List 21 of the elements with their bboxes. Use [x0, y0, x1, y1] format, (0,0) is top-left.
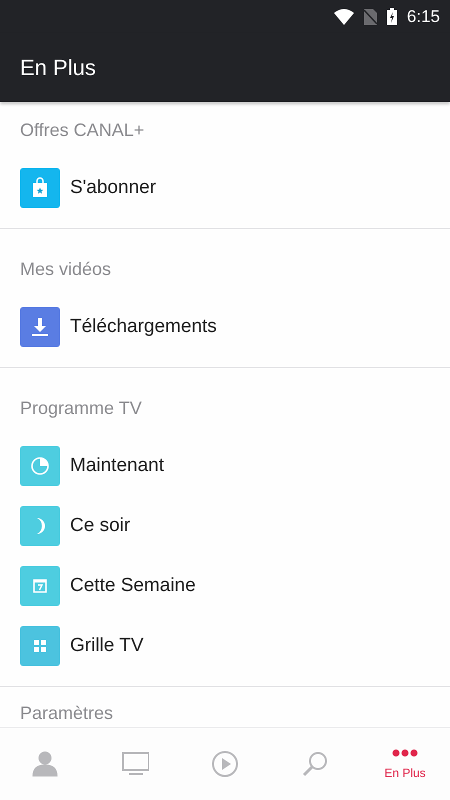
screen-title: En Plus [20, 54, 96, 80]
monitor-icon [121, 750, 149, 778]
search-icon [301, 750, 329, 778]
wifi-icon [334, 8, 354, 24]
nav-tab[interactable]: En Plus [360, 728, 450, 800]
menu-item[interactable]: Maintenant [0, 436, 450, 496]
menu-item[interactable]: Cette Semaine [0, 556, 450, 616]
menu-item[interactable]: Ce soir [0, 496, 450, 556]
play-icon [211, 750, 239, 778]
section-header: Programme TV [20, 398, 142, 418]
person-icon [31, 750, 59, 778]
menu-item[interactable]: Grille TV [0, 616, 450, 676]
section-header: Offres CANAL+ [20, 120, 144, 140]
more-icon [391, 748, 419, 758]
battery-charging-icon [386, 8, 397, 25]
menu-item[interactable]: S'abonner [0, 158, 450, 218]
section-header: Paramètres [20, 702, 114, 724]
menu-item[interactable]: Téléchargements [0, 297, 450, 357]
status-time: 6:15 [406, 6, 440, 26]
section-header: Mes vidéos [20, 258, 112, 280]
no-sim-icon [364, 8, 377, 24]
